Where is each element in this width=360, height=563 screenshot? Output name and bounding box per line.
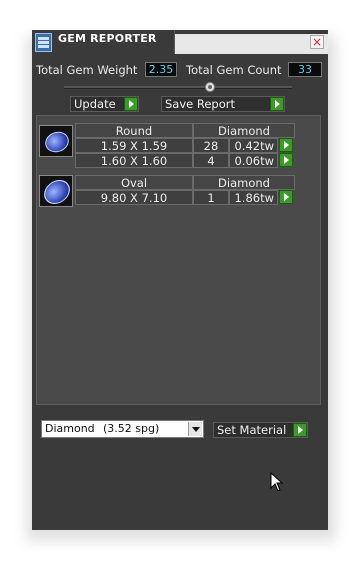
material-select-spg: (3.52 spg) (103, 422, 160, 435)
save-report-button[interactable]: Save Report (161, 96, 285, 112)
row-count: 28 (193, 138, 229, 153)
group-material: Diamond (193, 175, 295, 190)
row-count: 1 (193, 190, 229, 205)
row-weight: 1.86tw (229, 190, 278, 205)
go-arrow-icon (293, 423, 307, 437)
group-shape: Oval (75, 175, 193, 190)
app-icon (35, 33, 52, 52)
material-select[interactable]: Diamond (3.52 spg) (41, 420, 204, 438)
group-material: Diamond (193, 123, 295, 138)
row-count: 4 (193, 153, 229, 168)
group-shape: Round (75, 123, 193, 138)
total-gem-weight-value: 2.35 (145, 62, 177, 77)
go-arrow-icon[interactable] (279, 138, 293, 152)
total-gem-weight-label: Total Gem Weight (36, 63, 138, 77)
title-bar[interactable]: GEM REPORTER × (32, 30, 328, 56)
go-arrow-icon (270, 97, 284, 111)
gem-reporter-window: GEM REPORTER × Total Gem Weight 2.35 Tot… (32, 30, 328, 530)
row-size: 1.60 X 1.60 (75, 153, 193, 168)
go-arrow-icon (124, 97, 138, 111)
row-weight: 0.42tw (229, 138, 278, 153)
go-arrow-icon[interactable] (279, 190, 293, 204)
update-button[interactable]: Update (70, 96, 139, 112)
row-size: 1.59 X 1.59 (75, 138, 193, 153)
total-gem-count-value: 33 (288, 62, 322, 77)
row-size: 9.80 X 7.10 (75, 190, 193, 205)
save-report-button-label: Save Report (165, 97, 236, 111)
set-material-button-label: Set Material (217, 423, 287, 437)
round-gem-icon[interactable] (39, 125, 73, 157)
total-gem-count-label: Total Gem Count (186, 63, 282, 77)
update-button-label: Update (74, 97, 116, 111)
go-arrow-icon[interactable] (279, 153, 293, 167)
title-bar-fill (175, 34, 328, 54)
dropdown-arrow-icon[interactable] (188, 422, 202, 436)
window-title: GEM REPORTER (58, 32, 157, 45)
material-select-value: Diamond (45, 422, 95, 435)
oval-gem-icon[interactable] (39, 175, 75, 209)
size-slider-knob[interactable] (204, 82, 215, 92)
size-slider-track[interactable] (64, 86, 292, 89)
gem-list[interactable]: Round Diamond 1.59 X 1.59 28 0.42tw 1.60… (36, 115, 321, 405)
close-icon[interactable]: × (310, 35, 324, 49)
row-weight: 0.06tw (229, 153, 278, 168)
set-material-button[interactable]: Set Material (213, 422, 308, 438)
